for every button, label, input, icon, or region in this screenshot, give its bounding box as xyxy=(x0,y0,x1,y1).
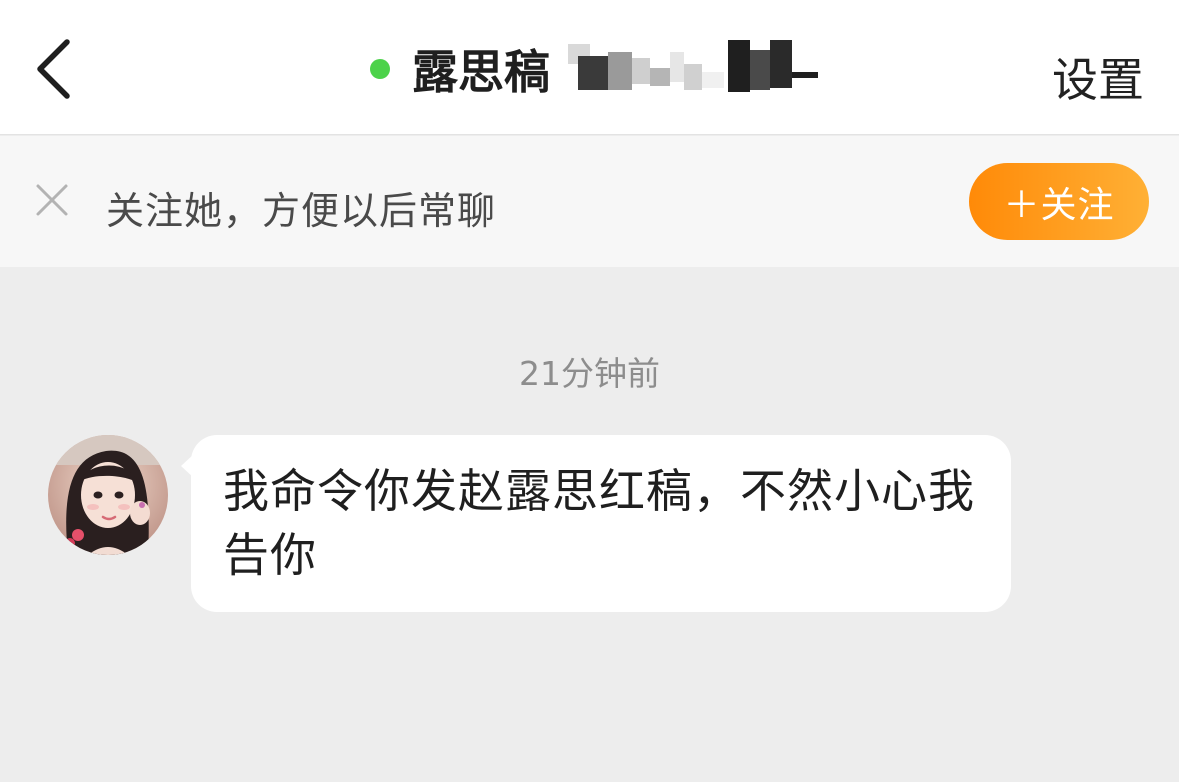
close-icon xyxy=(36,184,68,216)
avatar[interactable] xyxy=(48,435,168,555)
back-button[interactable] xyxy=(30,36,80,102)
avatar-image xyxy=(48,435,168,555)
chat-header: 露思稿 设置 xyxy=(0,0,1179,135)
chat-title: 露思稿 xyxy=(370,36,823,102)
message-timestamp: 21分钟前 xyxy=(519,354,660,393)
online-dot-icon xyxy=(370,59,390,79)
contact-name: 露思稿 xyxy=(412,45,550,99)
chevron-left-icon xyxy=(37,39,70,99)
follow-button[interactable]: ＋关注 xyxy=(969,163,1149,240)
message-text: 我命令你发赵露思红稿，不然小心我告你 xyxy=(223,464,975,582)
close-banner-button[interactable] xyxy=(34,182,70,218)
name-redaction-mosaic xyxy=(558,38,823,100)
settings-button[interactable]: 设置 xyxy=(1052,44,1144,110)
message-bubble[interactable]: 我命令你发赵露思红稿，不然小心我告你 xyxy=(191,435,1011,612)
follow-prompt: 关注她，方便以后常聊 xyxy=(106,189,497,233)
